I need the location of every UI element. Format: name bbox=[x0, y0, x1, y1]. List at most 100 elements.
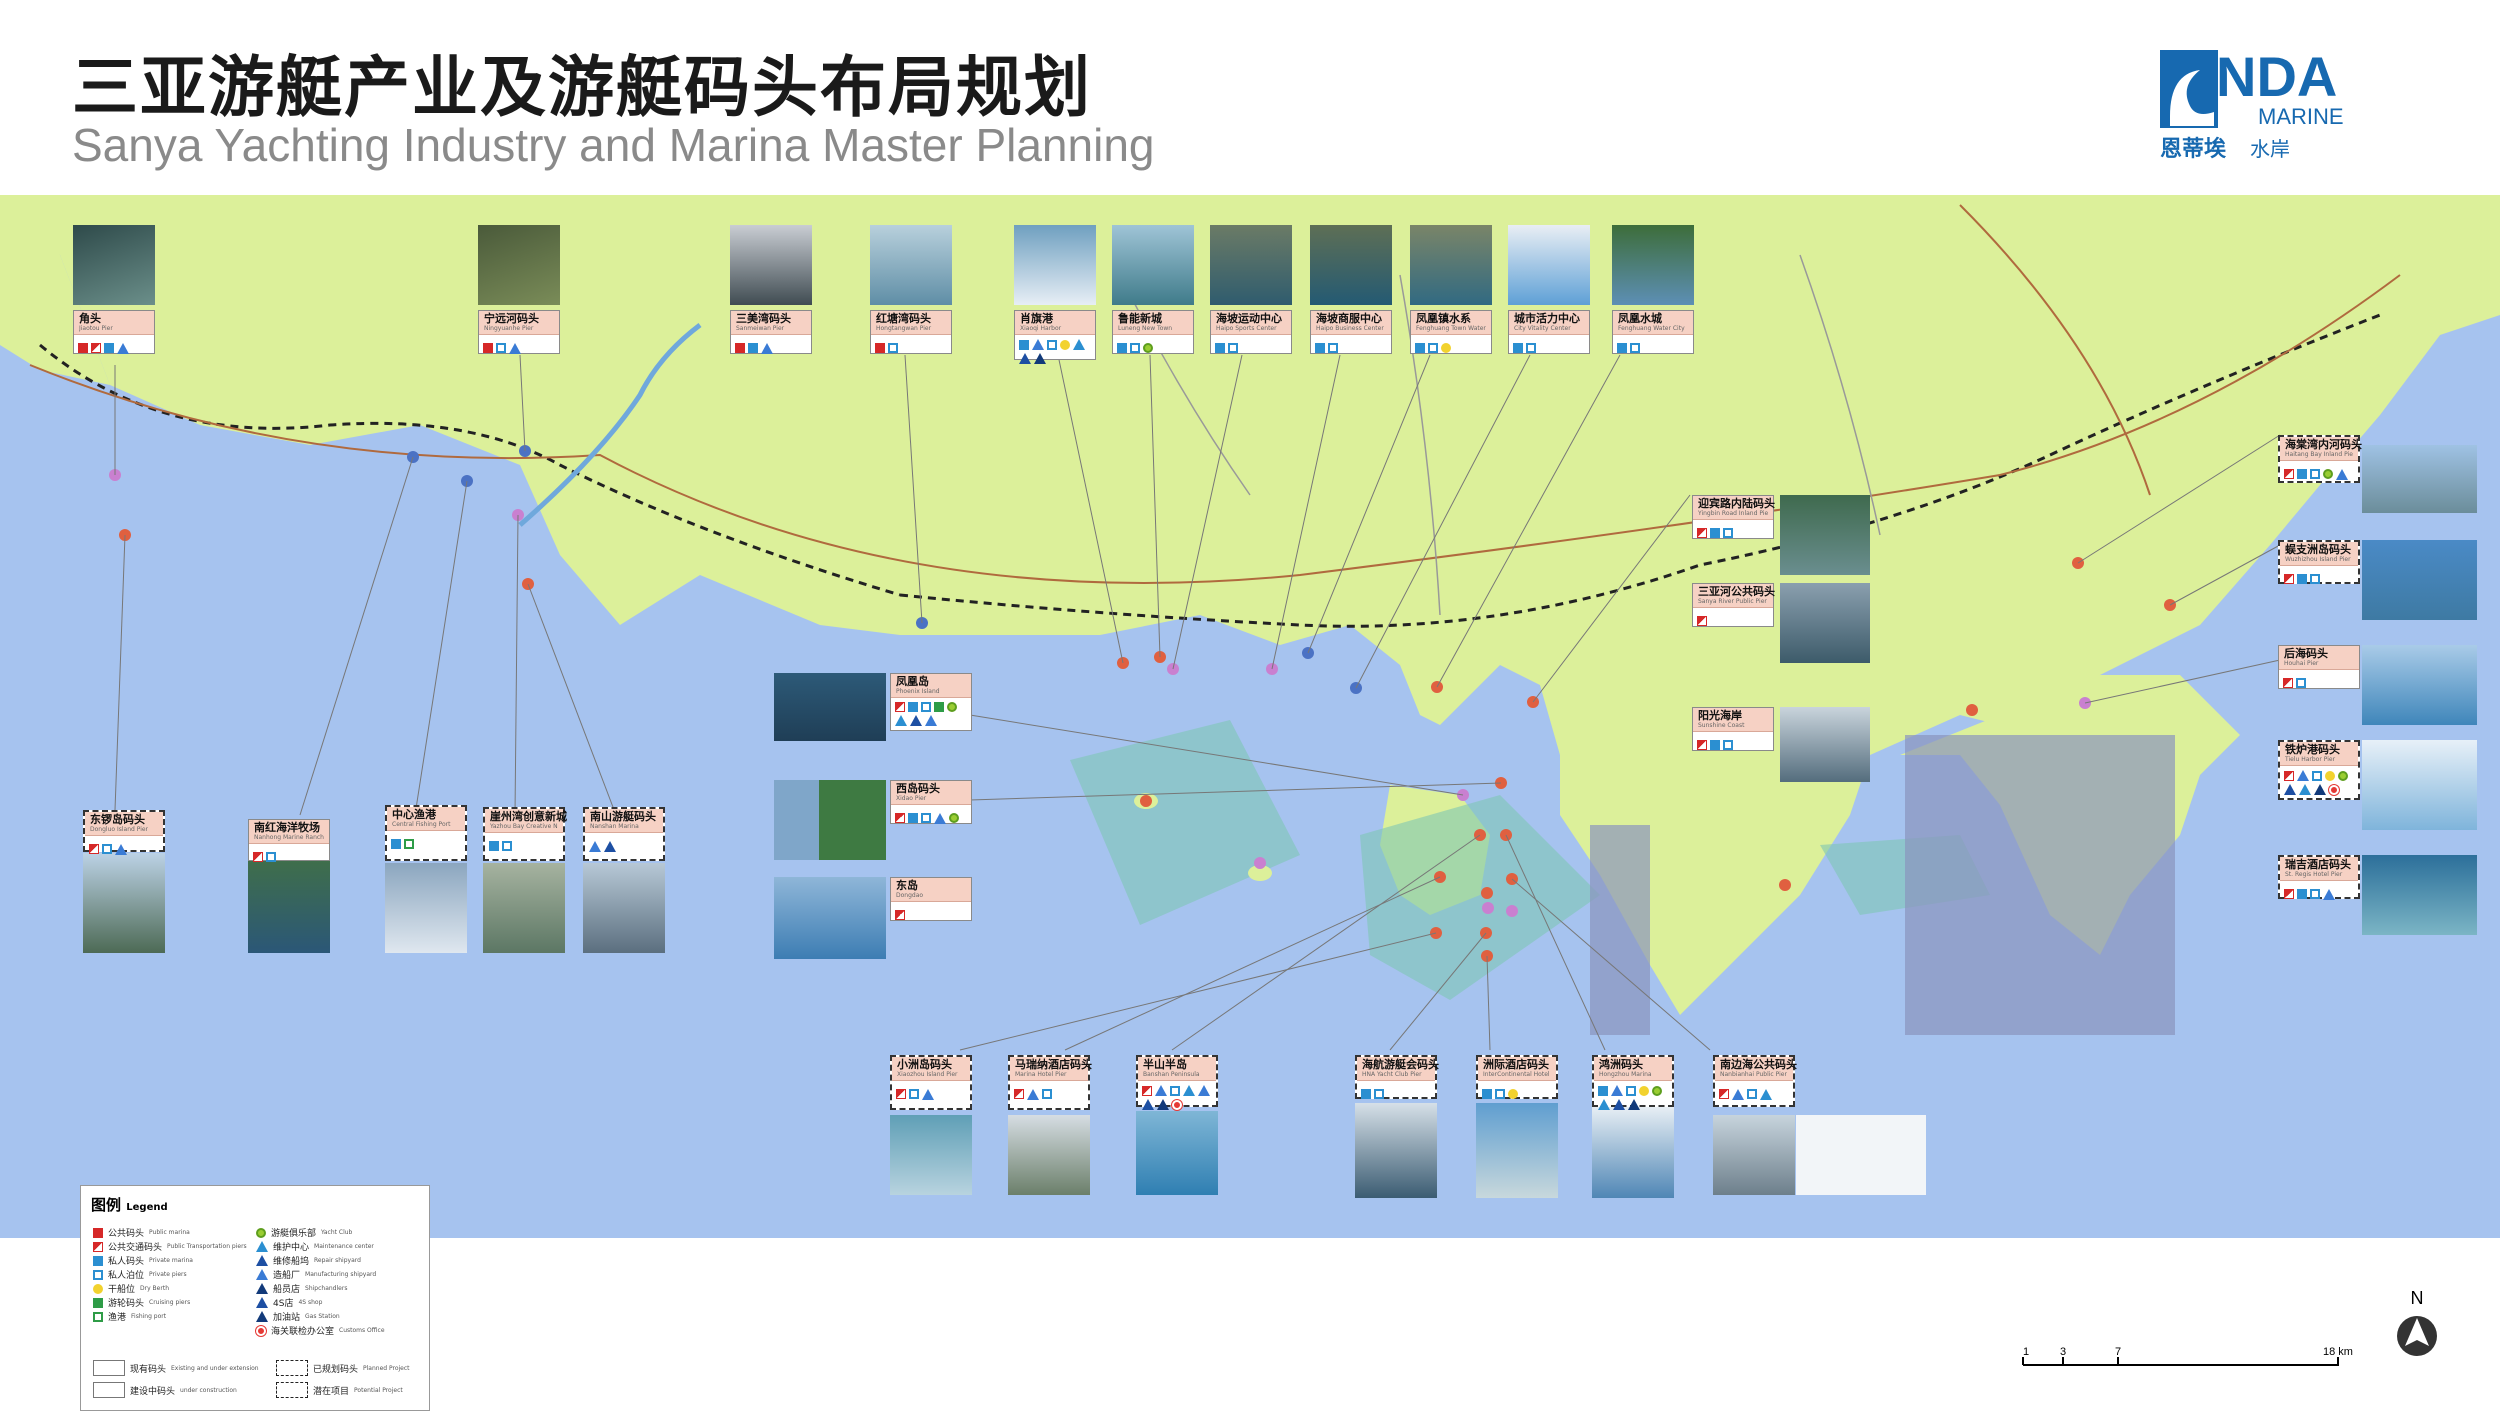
company-logo: NDA MARINE 恩蒂埃 水岸 bbox=[2160, 45, 2420, 176]
yc-icon bbox=[2323, 469, 2333, 479]
pt-icon bbox=[253, 852, 263, 862]
legend-status-label-en: under construction bbox=[180, 1386, 237, 1394]
callout-title-en: Nanshan Marina bbox=[590, 823, 639, 830]
callout-icons bbox=[1693, 732, 1773, 754]
callout-header: 凤凰岛 Phoenix Island bbox=[891, 674, 971, 698]
pb-icon bbox=[1047, 339, 1057, 350]
callout-title-en: Jiaotou Pier bbox=[79, 325, 113, 332]
ms-icon bbox=[2297, 770, 2309, 781]
callout-sanmeiwan[interactable]: 三美湾码头 Sanmeiwan Pier bbox=[730, 310, 812, 354]
callout-luneng[interactable]: 鲁能新城 Luneng New Town bbox=[1112, 310, 1194, 354]
callout-rizhao[interactable]: 瑞吉酒店码头 St. Regis Hotel Pier bbox=[2278, 855, 2360, 900]
pm-icon bbox=[93, 1255, 103, 1266]
callout-header: 蜈支洲岛码头 Wuzhizhou Island Pier bbox=[2280, 542, 2358, 566]
cp-icon bbox=[93, 1297, 103, 1308]
callout-icons bbox=[1010, 1081, 1088, 1103]
callout-fenghuangzhen[interactable]: 凤凰镇水系Fenghuang Town Water System bbox=[1410, 310, 1492, 354]
pt-icon bbox=[2284, 469, 2294, 479]
page-subtitle: Sanya Yachting Industry and Marina Maste… bbox=[72, 119, 1155, 171]
callout-haihang[interactable]: 海航游艇会码头 HNA Yacht Club Pier bbox=[1355, 1055, 1439, 1099]
callout-header: 瑞吉酒店码头 St. Regis Hotel Pier bbox=[2280, 857, 2358, 881]
callout-tielu[interactable]: 铁炉港码头 Tielu Harbor Pier bbox=[2278, 740, 2360, 800]
callout-wuzhizhou[interactable]: 蜈支洲岛码头 Wuzhizhou Island Pier bbox=[2278, 540, 2360, 584]
callout-nanbianhai[interactable]: 南边海公共码头 Nanbianhai Public Pier bbox=[1713, 1055, 1797, 1107]
callout-chengshi[interactable]: 城市活力中心 City Vitality Center bbox=[1508, 310, 1590, 354]
callout-icons bbox=[1693, 520, 1773, 542]
photo-sanyahe bbox=[1780, 583, 1870, 663]
north-arrow: N bbox=[2392, 1288, 2442, 1368]
callout-dongdao[interactable]: 东岛 Dongdao bbox=[890, 877, 972, 921]
callout-xiaogang[interactable]: 肖旗港 Xiaoqi Harbor bbox=[1014, 310, 1096, 364]
mc-icon bbox=[2299, 784, 2311, 795]
rs-icon bbox=[604, 840, 616, 852]
callout-ningyuanhe[interactable]: 宁远河码头 Ningyuanhe Pier bbox=[478, 310, 560, 354]
photo-nanshan bbox=[583, 863, 665, 953]
callout-haitang[interactable]: 海棠湾内河码头 Haitang Bay Inland Pier bbox=[2278, 435, 2362, 483]
legend-label-en: Private marina bbox=[149, 1257, 193, 1264]
photo-dongmao bbox=[83, 853, 165, 953]
callout-header: 中心渔港 Central Fishing Port bbox=[387, 807, 465, 831]
pt-icon bbox=[895, 702, 905, 712]
legend-label: 船员店 bbox=[273, 1285, 301, 1295]
mc-icon bbox=[1073, 339, 1085, 350]
callout-xiaozhou[interactable]: 小洲岛码头 Xiaozhou Island Pier bbox=[890, 1055, 972, 1110]
pb-icon bbox=[1130, 343, 1140, 353]
pm-icon bbox=[1710, 740, 1720, 750]
pb-icon bbox=[266, 852, 276, 862]
legend-status-item: 建设中码头 under construction bbox=[93, 1382, 237, 1398]
callout-header: 红塘湾码头 Hongtangwan Pier bbox=[871, 311, 951, 335]
pt-icon bbox=[2284, 574, 2294, 584]
callout-jiaotou[interactable]: 角头 Jiaotou Pier bbox=[73, 310, 155, 354]
callout-haipo[interactable]: 海坡运动中心 Haipo Sports Center bbox=[1210, 310, 1292, 354]
callout-banshan[interactable]: 半山半岛 Banshan Peninsula bbox=[1136, 1055, 1218, 1110]
pb-icon bbox=[921, 813, 931, 823]
callout-title-cn: 中心渔港 bbox=[392, 808, 436, 821]
callout-title-cn: 崖州湾创意新城 bbox=[490, 810, 567, 823]
map-canvas[interactable]: 图例 Legend 公共码头 Public marina 公共交通码头 Public … bbox=[0, 195, 2500, 1411]
callout-title-cn: 凤凰水城 bbox=[1618, 312, 1662, 325]
callout-title-en: Luneng New Town bbox=[1118, 325, 1173, 332]
callout-sanyahe[interactable]: 三亚河公共码头 Sanya River Public Pier bbox=[1692, 583, 1775, 627]
callout-hongtangwan[interactable]: 红塘湾码头 Hongtangwan Pier bbox=[870, 310, 952, 354]
callout-nanshan[interactable]: 南山游艇码头 Nanshan Marina bbox=[583, 807, 665, 861]
callout-icons bbox=[85, 836, 163, 858]
callout-malin[interactable]: 马瑞纳酒店码头 Marina Hotel Pier bbox=[1008, 1055, 1092, 1110]
legend-status-label-en: Potential Project bbox=[354, 1386, 403, 1394]
callout-nanhong[interactable]: 南红海洋牧场 Nanhong Marine Ranch bbox=[248, 819, 330, 862]
callout-fenghuangshui[interactable]: 凤凰水城 Fenghuang Water City bbox=[1612, 310, 1694, 354]
legend-label-en: Cruising piers bbox=[149, 1299, 191, 1306]
pb-icon bbox=[102, 844, 112, 854]
callout-header: 南红海洋牧场 Nanhong Marine Ranch bbox=[249, 820, 329, 844]
pb-icon bbox=[909, 1089, 919, 1099]
callout-zhouji[interactable]: 洲际酒店码头InterContinental Hotel Pier bbox=[1476, 1055, 1558, 1099]
photo-haihang bbox=[1355, 1103, 1437, 1198]
photo-nanbianhai-plan bbox=[1796, 1115, 1926, 1195]
pub-icon bbox=[735, 343, 745, 353]
callout-hongzhou[interactable]: 鸿洲码头 Hongzhou Marina bbox=[1592, 1055, 1674, 1110]
callout-houhai[interactable]: 后海码头 Houhai Pier bbox=[2278, 645, 2360, 689]
pm-icon bbox=[908, 702, 918, 712]
callout-yingbin[interactable]: 迎宾路内陆码头 Yingbin Road Inland Pier bbox=[1692, 495, 1775, 542]
pb-icon bbox=[1170, 1085, 1180, 1096]
callout-yangguang[interactable]: 阳光海岸 Sunshine Coast bbox=[1692, 707, 1774, 751]
callout-title-cn: 后海码头 bbox=[2284, 647, 2328, 660]
callout-header: 铁炉港码头 Tielu Harbor Pier bbox=[2280, 742, 2358, 766]
callout-dongmao[interactable]: 东锣岛码头 Dongluo Island Pier bbox=[83, 810, 165, 855]
rs-icon bbox=[256, 1255, 268, 1266]
legend-label-en: Maintenance center bbox=[314, 1243, 374, 1250]
callout-haipodp[interactable]: 海坡商服中心 Haipo Business Center bbox=[1310, 310, 1392, 354]
legend-label: 海关联检办公室 bbox=[271, 1327, 335, 1337]
rs-icon bbox=[1142, 1099, 1154, 1110]
pb-icon bbox=[93, 1269, 103, 1280]
callout-title-en: Dongdao bbox=[896, 892, 924, 899]
co-icon bbox=[256, 1325, 266, 1336]
photo-hongtangwan bbox=[870, 225, 952, 305]
callout-zhongxin[interactable]: 中心渔港 Central Fishing Port bbox=[385, 805, 467, 861]
callout-fenghuangdao[interactable]: 凤凰岛 Phoenix Island bbox=[890, 673, 972, 731]
callout-title-en: Sunshine Coast bbox=[1698, 722, 1745, 729]
callout-title-cn: 南边海公共码头 bbox=[1720, 1058, 1797, 1071]
callout-title-cn: 东锣岛码头 bbox=[90, 813, 145, 826]
callout-xidao[interactable]: 西岛码头 Xidao Pier bbox=[890, 780, 972, 824]
callout-yazhouwan[interactable]: 崖州湾创意新城Yazhou Bay Creative New Town bbox=[483, 807, 567, 861]
callout-header: 迎宾路内陆码头 Yingbin Road Inland Pier bbox=[1693, 496, 1775, 520]
